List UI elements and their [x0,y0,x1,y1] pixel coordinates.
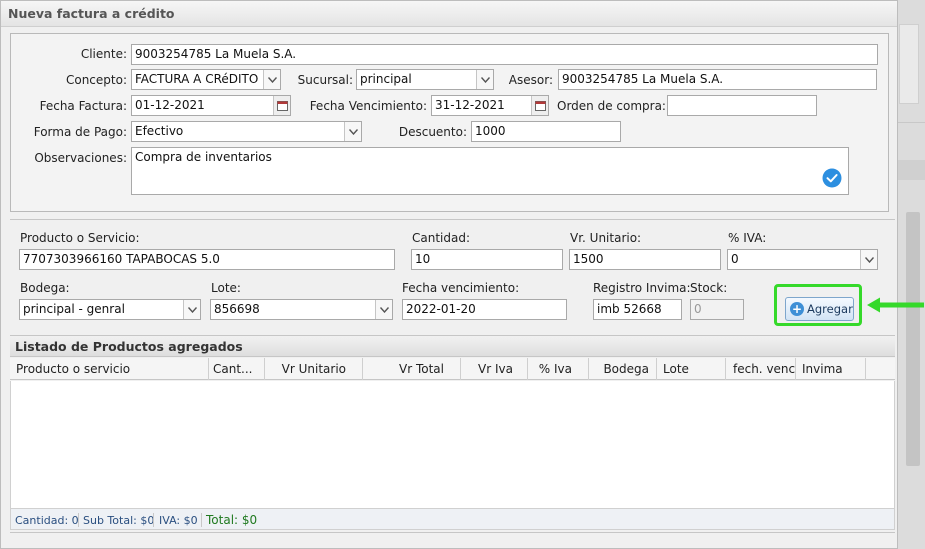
forma-pago-select[interactable]: Efectivo [131,121,362,142]
column-vr-total[interactable]: Vr Total [363,358,461,380]
background-strip [898,160,925,180]
forma-pago-value: Efectivo [135,124,184,138]
vr-unitario-input[interactable]: 1500 [569,249,721,270]
vr-unitario-label: Vr. Unitario: [570,231,642,245]
background-scrollbar[interactable] [906,212,920,466]
column-lote[interactable]: Lote [657,358,726,380]
cantidad-label: Cantidad: [412,231,471,245]
fecha-vencimiento-value: 31-12-2021 [435,98,505,112]
agregar-button[interactable]: + Agregar [785,297,854,321]
cliente-label: Cliente: [80,47,127,61]
footer-separator [153,513,154,527]
lote-select[interactable]: 856698 [210,299,393,320]
registro-invima-label: Registro Invima: [593,281,691,295]
fecha-vencimiento-label: Fecha Vencimiento: [309,99,427,113]
observaciones-label: Observaciones: [34,151,127,165]
calendar-icon[interactable] [531,96,548,115]
plus-icon: + [790,302,804,316]
lote-label: Lote: [211,281,241,295]
column-invima[interactable]: Invima [796,358,866,380]
sucursal-value: principal [360,72,412,86]
iva-label: % IVA: [728,231,767,245]
footer-iva: IVA: $0 [159,514,198,527]
stock-label: Stock: [690,281,728,295]
cantidad-input[interactable]: 10 [411,249,563,270]
dialog-titlebar[interactable]: Nueva factura a crédito [1,1,897,27]
orden-compra-input[interactable] [667,95,817,116]
product-list-footer: Cantidad: 0 Sub Total: $0 IVA: $0 Total:… [10,508,895,530]
column-bodega[interactable]: Bodega [589,358,657,380]
iva-value: 0 [731,252,739,266]
column-producto[interactable]: Producto o servicio [10,358,209,380]
concepto-select[interactable]: FACTURA A CRéDITO [131,69,281,90]
column-vr-iva[interactable]: Vr Iva [461,358,528,380]
observaciones-textarea[interactable]: Compra de inventarios [131,147,849,195]
footer-total: Total: $0 [206,513,258,527]
column-cantidad[interactable]: Cant... [209,358,265,380]
footer-subtotal: Sub Total: $0 [83,514,155,527]
product-list-body [10,381,895,508]
bodega-label: Bodega: [20,281,70,295]
agregar-label: Agregar [807,302,853,316]
column-vr-unitario[interactable]: Vr Unitario [265,358,363,380]
product-list-columns: Producto o servicio Cant... Vr Unitario … [10,358,895,380]
registro-invima-input[interactable]: imb 52668 [593,299,682,320]
chevron-down-icon[interactable] [375,300,392,319]
dialog-bottom-strip [10,532,895,544]
fecha-factura-label: Fecha Factura: [39,99,127,113]
fecha-factura-input[interactable]: 01-12-2021 [131,95,291,116]
descuento-input[interactable]: 1000 [471,121,621,142]
asesor-label: Asesor: [508,73,553,87]
arrow-left-icon [867,297,924,313]
fecha-venc-label: Fecha vencimiento: [402,281,520,295]
forma-pago-label: Forma de Pago: [33,125,127,139]
cliente-input[interactable]: 9003254785 La Muela S.A. [131,44,878,65]
column-iva[interactable]: % Iva [528,358,589,380]
product-list-header: Listado de Productos agregados [10,335,895,357]
calendar-icon[interactable] [273,96,290,115]
chevron-down-icon[interactable] [344,122,361,141]
bodega-select[interactable]: principal - genral [19,299,201,320]
bodega-value: principal - genral [23,302,125,316]
observaciones-value: Compra de inventarios [135,150,272,164]
sucursal-select[interactable]: principal [356,69,494,90]
new-credit-invoice-dialog: Nueva factura a crédito Cliente: 9003254… [0,0,898,549]
chevron-down-icon[interactable] [263,70,280,89]
footer-cantidad: Cantidad: 0 [15,514,79,527]
fecha-vencimiento-input[interactable]: 31-12-2021 [431,95,549,116]
iva-select[interactable]: 0 [727,249,878,270]
sucursal-label: Sucursal: [297,73,353,87]
column-fech-venc[interactable]: fech. venc. [726,358,796,380]
asesor-input[interactable]: 9003254785 La Muela S.A. [558,69,877,90]
fecha-venc-input[interactable]: 2022-01-20 [402,299,567,320]
concepto-value: FACTURA A CRéDITO [135,72,259,86]
producto-input[interactable]: 7707303966160 TAPABOCAS 5.0 [19,249,395,270]
background-divider [898,122,925,123]
check-circle-icon[interactable] [822,168,842,188]
producto-label: Producto o Servicio: [20,231,140,245]
stock-input: 0 [690,299,744,320]
orden-compra-label: Orden de compra: [557,99,666,113]
concepto-label: Concepto: [65,73,127,87]
chevron-down-icon[interactable] [860,250,877,269]
background-panel [899,24,919,104]
footer-separator [201,513,202,527]
product-list-title: Listado de Productos agregados [15,339,243,354]
fecha-factura-value: 01-12-2021 [135,98,205,112]
footer-separator [78,513,79,527]
descuento-label: Descuento: [398,125,467,139]
dialog-title: Nueva factura a crédito [8,6,175,21]
chevron-down-icon[interactable] [476,70,493,89]
chevron-down-icon[interactable] [183,300,200,319]
lote-value: 856698 [214,302,260,316]
